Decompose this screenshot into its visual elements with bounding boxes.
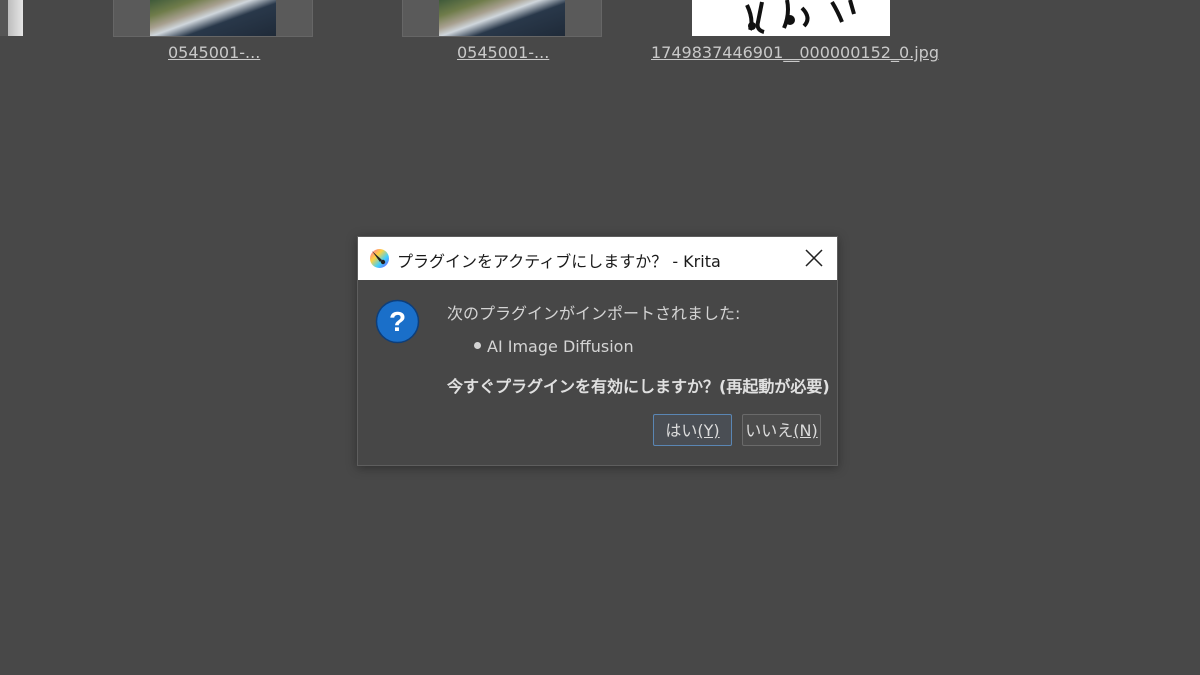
yes-button-mnemonic: (Y) — [697, 421, 720, 440]
thumbnail-image — [745, 0, 856, 34]
close-button[interactable] — [791, 237, 837, 280]
no-button-label: いいえ — [745, 421, 794, 440]
yes-button-label: はい — [665, 421, 698, 440]
svg-text:?: ? — [389, 306, 406, 337]
yes-button[interactable]: はい(Y) — [653, 414, 732, 446]
file-thumbnail[interactable] — [0, 0, 23, 36]
no-button[interactable]: いいえ(N) — [742, 414, 821, 446]
activate-plugin-dialog: プラグインをアクティブにしますか？ - Krita ? 次のプラグインがインポー… — [357, 236, 838, 466]
thumbnail-image — [439, 0, 565, 36]
no-button-mnemonic: (N) — [793, 421, 818, 440]
file-name-label[interactable]: 0545001-... — [168, 43, 260, 62]
question-icon: ? — [375, 299, 420, 344]
file-browser-background: 0545001-... 0545001-... 1749837446901__0… — [0, 0, 1200, 80]
dialog-title: プラグインをアクティブにしますか？ - Krita — [397, 252, 721, 271]
krita-logo-icon — [369, 248, 390, 269]
file-name-label[interactable]: 0545001-... — [457, 43, 549, 62]
file-thumbnail[interactable] — [692, 0, 890, 36]
bullet-point — [474, 342, 481, 349]
question-text: 今すぐプラグインを有効にしますか？(再起動が必要) — [447, 377, 830, 396]
file-name-label[interactable]: 1749837446901__000000152_0.jpg — [651, 43, 939, 62]
message-intro: 次のプラグインがインポートされました: — [447, 304, 741, 323]
plugin-name: AI Image Diffusion — [487, 337, 634, 356]
thumbnail-image — [150, 0, 276, 36]
file-thumbnail[interactable] — [402, 0, 602, 37]
file-thumbnail[interactable] — [113, 0, 313, 37]
close-icon — [805, 249, 823, 267]
dialog-titlebar[interactable]: プラグインをアクティブにしますか？ - Krita — [358, 237, 837, 280]
